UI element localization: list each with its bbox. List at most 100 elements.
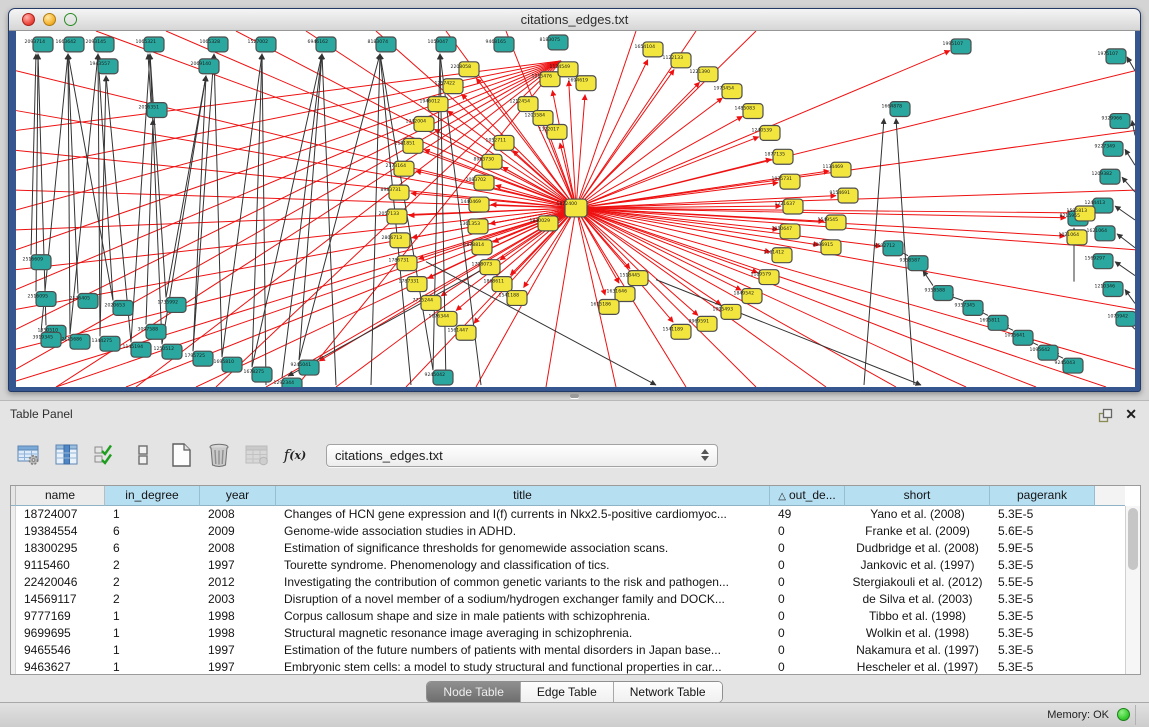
cell-out-de-: 0 [770,608,845,625]
svg-text:1189579: 1189579 [751,272,772,278]
svg-text:1518445: 1518445 [620,273,641,279]
zoom-window-icon[interactable] [64,13,77,26]
svg-text:1943557: 1943557 [90,61,111,67]
close-panel-icon[interactable]: ✕ [1125,405,1137,423]
cell-pagerank: 5.3E-5 [990,625,1095,642]
table-source-select[interactable]: citations_edges.txt [326,444,718,467]
function-builder-icon[interactable]: f(x) [278,440,312,470]
svg-text:2136405: 2136405 [70,296,91,302]
table-row[interactable]: 1872400712008Changes of HCN gene express… [11,506,1140,523]
memory-status-icon[interactable] [1117,708,1130,721]
table-panel: Table Panel ✕ [0,400,1149,702]
table-row[interactable]: 977716911998Corpus callosum shape and si… [11,608,1140,625]
cell-year: 1997 [200,557,276,574]
table-mode-icon[interactable] [12,440,46,470]
svg-text:8096915: 8096915 [813,242,834,248]
cell-short: Wolkin et al. (1998) [845,625,990,642]
table-row[interactable]: 2242004622012Investigating the contribut… [11,574,1140,591]
svg-text:9245043: 9245043 [1055,360,1076,366]
cell-title: Tourette syndrome. Phenomenology and cla… [276,557,770,574]
close-window-icon[interactable] [22,13,35,26]
svg-text:1549545: 1549545 [818,217,839,223]
svg-text:1221637: 1221637 [775,201,796,207]
svg-text:1872400: 1872400 [557,201,578,207]
svg-text:1134469: 1134469 [823,164,844,170]
table-row[interactable]: 946554611997Estimation of the future num… [11,642,1140,659]
svg-text:1250512: 1250512 [154,346,175,352]
cell-year: 1997 [200,659,276,675]
cell-name: 14569117 [16,591,105,608]
table-row[interactable]: 969969511998Structural magnetic resonanc… [11,625,1140,642]
column-header-in-degree[interactable]: in_degree [105,486,200,506]
svg-text:1161412: 1161412 [764,250,785,256]
network-nodes[interactable] [31,35,1135,387]
select-arrows-icon [701,449,709,461]
delete-table-icon[interactable] [240,440,274,470]
svg-text:1095641: 1095641 [1005,332,1026,338]
svg-text:1973454: 1973454 [714,86,735,92]
svg-text:1695811: 1695811 [980,317,1001,323]
table-row[interactable]: 946362711997Embryonic stem cells: a mode… [11,659,1140,675]
column-header-out-de-[interactable]: △out_de... [770,486,845,506]
network-canvas[interactable]: 2093714166364220931451065321106532815270… [16,31,1135,387]
window-titlebar[interactable]: citations_edges.txt [9,9,1140,31]
column-header-title[interactable]: title [276,486,770,506]
cell-pagerank: 5.9E-5 [990,540,1095,557]
cell-pagerank: 5.3E-5 [990,557,1095,574]
select-rows-icon[interactable] [88,440,122,470]
svg-text:8983731: 8983731 [381,187,402,193]
cell-in-degree: 1 [105,506,200,523]
svg-text:1877135: 1877135 [765,151,786,157]
svg-text:1221390: 1221390 [690,69,711,75]
delete-columns-icon[interactable] [202,440,236,470]
scrollbar-thumb[interactable] [1128,508,1138,570]
svg-text:2516095: 2516095 [28,294,49,300]
network-view-window[interactable]: citations_edges.txt 20937141663642209314… [8,8,1141,392]
svg-text:1849542: 1849542 [734,291,755,297]
show-columns-icon[interactable] [50,440,84,470]
svg-text:1052711: 1052711 [486,137,507,143]
tab-network-table[interactable]: Network Table [613,682,722,702]
table-row[interactable]: 1456911722003Disruption of a novel membe… [11,591,1140,608]
float-panel-icon[interactable] [1097,407,1113,423]
svg-text:9329966: 9329966 [1102,116,1123,122]
cell-short: Yano et al. (2008) [845,506,990,523]
new-column-icon[interactable] [164,440,198,470]
cell-year: 2009 [200,523,276,540]
tab-node-table[interactable]: Node Table [427,682,520,702]
tab-edge-table[interactable]: Edge Table [520,682,613,702]
cell-year: 2008 [200,506,276,523]
svg-text:8969591: 8969591 [689,318,710,324]
cell-year: 1998 [200,608,276,625]
column-header-pagerank[interactable]: pagerank [990,486,1095,506]
table-row[interactable]: 1830029562008Estimation of significance … [11,540,1140,557]
cell-short: Nakamura et al. (1997) [845,642,990,659]
svg-text:2020653: 2020653 [105,302,126,308]
column-header-short[interactable]: short [845,486,990,506]
svg-text:8983730: 8983730 [474,156,495,162]
table-row[interactable]: 911546021997Tourette syndrome. Phenomeno… [11,557,1140,574]
column-header-name[interactable]: name [16,486,105,506]
svg-text:9245041: 9245041 [291,362,312,368]
status-bar: Memory: OK [0,702,1149,727]
svg-text:1615186: 1615186 [591,301,612,307]
cell-out-de-: 0 [770,642,845,659]
table-scrollbar[interactable] [1125,506,1140,674]
cell-short: Jankovic et al. (1997) [845,557,990,574]
table-row[interactable]: 1938455462009Genome-wide association stu… [11,523,1140,540]
column-header-year[interactable]: year [200,486,276,506]
panel-splitter-handle[interactable] [570,394,579,398]
cell-pagerank: 5.3E-5 [990,642,1095,659]
svg-text:1212454: 1212454 [510,99,531,105]
network-graph[interactable]: 2093714166364220931451065321106532815270… [16,31,1135,387]
cell-short: de Silva et al. (2003) [845,591,990,608]
cell-year: 2003 [200,591,276,608]
minimize-window-icon[interactable] [43,13,56,26]
svg-text:1694619: 1694619 [568,78,589,84]
svg-text:1786731: 1786731 [389,258,410,264]
row-height-icon[interactable] [126,440,160,470]
svg-text:1065328: 1065328 [200,39,221,45]
svg-text:1798073: 1798073 [472,262,493,268]
svg-text:1878814: 1878814 [464,242,485,248]
svg-text:1678275: 1678275 [244,369,265,375]
